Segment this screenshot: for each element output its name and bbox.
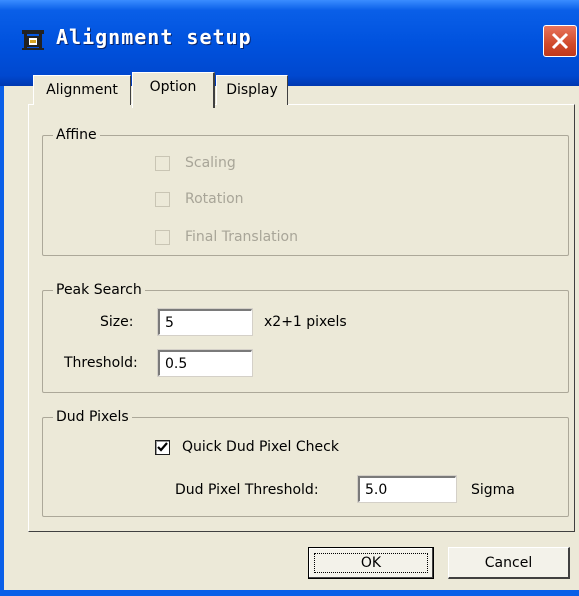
dud-pixel-threshold-label: Dud Pixel Threshold: (175, 482, 319, 498)
dud-pixel-threshold-input[interactable]: 5.0 (358, 476, 456, 502)
scaling-label: Scaling (185, 155, 236, 171)
alignment-setup-dialog: Alignment setup Alignment Option Display… (0, 0, 579, 596)
window-frame-left (0, 86, 4, 596)
title-bar[interactable]: Alignment setup (0, 0, 579, 86)
checkmark-icon (157, 442, 168, 452)
close-button[interactable] (543, 25, 577, 57)
close-icon (551, 32, 569, 50)
size-input[interactable]: 5 (158, 309, 252, 335)
window-frame-bottom (0, 590, 579, 596)
rotation-label: Rotation (185, 191, 244, 207)
scaling-checkbox[interactable] (155, 156, 170, 171)
affine-group: Affine (42, 127, 569, 256)
threshold-label: Threshold: (64, 355, 138, 371)
threshold-input[interactable]: 0.5 (158, 350, 252, 376)
peak-search-group: Peak Search (42, 282, 569, 393)
dialog-title: Alignment setup (56, 25, 252, 49)
dud-pixels-group-title: Dud Pixels (53, 409, 132, 425)
rotation-checkbox[interactable] (155, 192, 170, 207)
cancel-button[interactable]: Cancel (448, 547, 570, 579)
peak-search-group-title: Peak Search (53, 282, 145, 298)
affine-group-title: Affine (53, 127, 100, 143)
final-translation-checkbox[interactable] (155, 230, 170, 245)
quick-dud-pixel-check-checkbox[interactable] (155, 440, 170, 455)
size-unit-label: x2+1 pixels (264, 314, 347, 330)
size-label: Size: (100, 314, 134, 330)
tab-display[interactable]: Display (216, 75, 288, 105)
sigma-unit-label: Sigma (471, 482, 515, 498)
tab-alignment[interactable]: Alignment (33, 75, 131, 105)
quick-dud-pixel-check-label: Quick Dud Pixel Check (182, 439, 339, 455)
ok-button[interactable]: OK (308, 547, 434, 579)
focus-rectangle (314, 553, 428, 573)
dud-pixels-group: Dud Pixels (42, 409, 569, 517)
app-icon (20, 28, 46, 56)
tab-option[interactable]: Option (132, 72, 215, 108)
final-translation-label: Final Translation (185, 229, 298, 245)
